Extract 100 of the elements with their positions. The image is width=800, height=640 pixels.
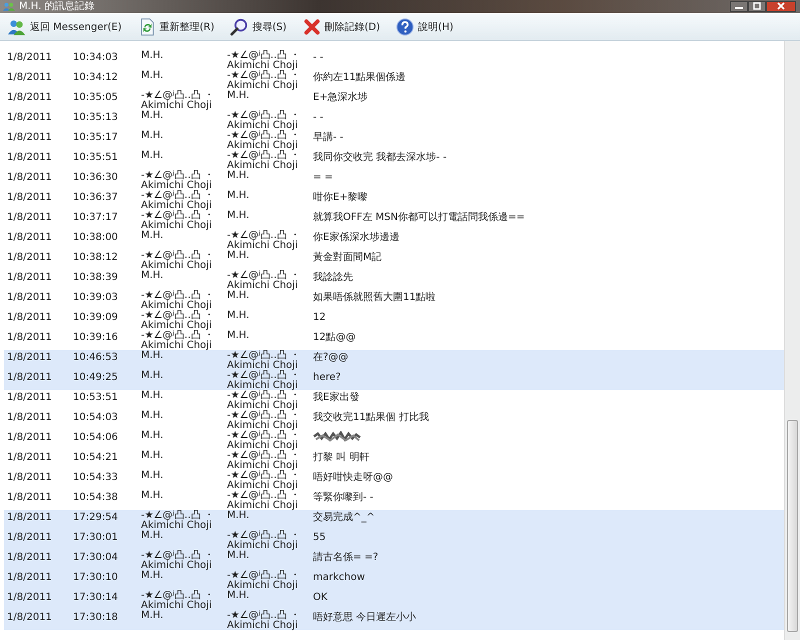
sender-cell-text: -★∠@ʲ凸‥凸 ・ Akimichi Choji <box>141 310 216 330</box>
sender-cell-text: M.H. <box>141 270 164 283</box>
message-row[interactable]: 1/8/2011 17:30:10 M.H. -★∠@ʲ凸‥凸 ・ Akimichi Choji markchow <box>4 570 784 590</box>
time-cell-text: 10:39:09 <box>73 311 119 323</box>
message-row[interactable]: 1/8/2011 10:39:16 -★∠@ʲ凸‥凸 ・ Akimichi Choji M.H. 12點@@ <box>4 330 784 350</box>
time-cell-text: 10:54:06 <box>73 431 119 443</box>
date-cell-text: 1/8/2011 <box>7 491 53 503</box>
date-cell-text: 1/8/2011 <box>7 531 53 543</box>
sender-cell-text: M.H. <box>141 450 164 463</box>
message-row[interactable]: 1/8/2011 10:54:06 M.H. -★∠@ʲ凸‥凸 ・ Akimichi Choji <box>4 430 784 450</box>
time-cell-text: 10:37:17 <box>73 211 119 223</box>
message-row[interactable]: 1/8/2011 10:38:00 M.H. -★∠@ʲ凸‥凸 ・ Akimichi Choji 你E家係深水埗邊邊 <box>4 230 784 250</box>
toolbar-button[interactable]: 刪除記錄(D) <box>298 16 386 38</box>
message-row[interactable]: 1/8/2011 10:46:53 M.H. -★∠@ʲ凸‥凸 ・ Akimichi Choji 在?@@ <box>4 350 784 370</box>
time-cell-text: 10:34:03 <box>73 51 119 63</box>
message-cell-text: 55 <box>313 531 327 543</box>
message-row[interactable]: 1/8/2011 17:30:04 -★∠@ʲ凸‥凸 ・ Akimichi Choji M.H. 請古名係= =? <box>4 550 784 570</box>
time-cell-text: 10:36:30 <box>73 171 119 183</box>
message-cell-text: - - <box>313 111 324 123</box>
message-row[interactable]: 1/8/2011 10:49:25 M.H. -★∠@ʲ凸‥凸 ・ Akimichi Choji here? <box>4 370 784 390</box>
sender-cell-text: M.H. <box>141 490 164 503</box>
message-row[interactable]: 1/8/2011 17:29:54 -★∠@ʲ凸‥凸 ・ Akimichi Choji M.H. 交易完成^_^ <box>4 510 784 530</box>
toolbar-button[interactable]: 說明(H) <box>391 16 458 38</box>
message-row[interactable]: 1/8/2011 10:38:12 -★∠@ʲ凸‥凸 ・ Akimichi Choji M.H. 黃金對面間M記 <box>4 250 784 270</box>
recipient-cell-text: -★∠@ʲ凸‥凸 ・ Akimichi Choji <box>227 130 302 150</box>
sender-cell-text: -★∠@ʲ凸‥凸 ・ Akimichi Choji <box>141 190 216 210</box>
maximize-icon <box>752 2 762 10</box>
message-row[interactable]: 1/8/2011 10:36:37 -★∠@ʲ凸‥凸 ・ Akimichi Choji M.H. 咁你E+黎嚟 <box>4 190 784 210</box>
message-row[interactable]: 1/8/2011 10:35:17 M.H. -★∠@ʲ凸‥凸 ・ Akimichi Choji 早講- - <box>4 130 784 150</box>
minimize-button[interactable] <box>730 0 748 12</box>
scrollbar-thumb[interactable] <box>787 420 798 632</box>
sender-cell-text: -★∠@ʲ凸‥凸 ・ Akimichi Choji <box>141 90 216 110</box>
maximize-button[interactable] <box>748 0 766 12</box>
recipient-cell-text: M.H. <box>227 590 250 603</box>
recipient-cell-text: -★∠@ʲ凸‥凸 ・ Akimichi Choji <box>227 110 302 130</box>
sender-cell-text: -★∠@ʲ凸‥凸 ・ Akimichi Choji <box>141 290 216 310</box>
sender-cell-text: -★∠@ʲ凸‥凸 ・ Akimichi Choji <box>141 170 216 190</box>
recipient-cell-text: M.H. <box>227 210 250 223</box>
time-cell-text: 10:35:05 <box>73 91 119 103</box>
message-row[interactable]: 1/8/2011 17:30:18 M.H. -★∠@ʲ凸‥凸 ・ Akimichi Choji 唔好意思 今日遲左小小 <box>4 610 784 630</box>
recipient-cell-text: M.H. <box>227 90 250 103</box>
message-row[interactable]: 1/8/2011 10:38:39 M.H. -★∠@ʲ凸‥凸 ・ Akimichi Choji 我諗諗先 <box>4 270 784 290</box>
app-icon <box>3 2 15 11</box>
message-row[interactable]: 1/8/2011 17:30:01 M.H. -★∠@ʲ凸‥凸 ・ Akimichi Choji 55 <box>4 530 784 550</box>
message-row[interactable]: 1/8/2011 10:53:51 M.H. -★∠@ʲ凸‥凸 ・ Akimichi Choji 我E家出發 <box>4 390 784 410</box>
message-row[interactable]: 1/8/2011 10:54:33 M.H. -★∠@ʲ凸‥凸 ・ Akimichi Choji 唔好咁快走呀@@ <box>4 470 784 490</box>
message-row[interactable]: 1/8/2011 10:35:13 M.H. -★∠@ʲ凸‥凸 ・ Akimichi Choji - - <box>4 110 784 130</box>
sender-cell-text: -★∠@ʲ凸‥凸 ・ Akimichi Choji <box>141 510 216 530</box>
message-row[interactable]: 1/8/2011 10:39:09 -★∠@ʲ凸‥凸 ・ Akimichi Choji M.H. 12 <box>4 310 784 330</box>
time-cell-text: 10:46:53 <box>73 351 119 363</box>
recipient-cell-text: -★∠@ʲ凸‥凸 ・ Akimichi Choji <box>227 50 302 70</box>
date-cell-text: 1/8/2011 <box>7 411 53 423</box>
close-button[interactable] <box>766 0 796 12</box>
message-row[interactable]: 1/8/2011 10:54:03 M.H. -★∠@ʲ凸‥凸 ・ Akimichi Choji 我交收完11點果個 打比我 <box>4 410 784 430</box>
message-row[interactable]: 1/8/2011 17:30:14 -★∠@ʲ凸‥凸 ・ Akimichi Choji M.H. OK <box>4 590 784 610</box>
sender-cell-text: -★∠@ʲ凸‥凸 ・ Akimichi Choji <box>141 550 216 570</box>
recipient-cell-text: -★∠@ʲ凸‥凸 ・ Akimichi Choji <box>227 70 302 90</box>
message-cell-text: 唔好咁快走呀@@ <box>313 470 394 483</box>
message-cell-text: here? <box>313 371 342 383</box>
message-row[interactable]: 1/8/2011 10:36:30 -★∠@ʲ凸‥凸 ・ Akimichi Choji M.H. = = <box>4 170 784 190</box>
time-cell-text: 10:54:38 <box>73 491 119 503</box>
message-row[interactable]: 1/8/2011 10:35:05 -★∠@ʲ凸‥凸 ・ Akimichi Choji M.H. E+急深水埗 <box>4 90 784 110</box>
toolbar-button[interactable]: 重新整理(R) <box>132 16 220 38</box>
toolbar-button[interactable]: 返回 Messenger(E) <box>3 16 127 38</box>
message-cell-text: 就算我OFF左 MSN你都可以打電話問我係邊== <box>313 210 526 223</box>
recipient-cell-text: M.H. <box>227 170 250 183</box>
time-cell-text: 10:36:37 <box>73 191 119 203</box>
message-row[interactable]: 1/8/2011 10:37:17 -★∠@ʲ凸‥凸 ・ Akimichi Choji M.H. 就算我OFF左 MSN你都可以打電話問我係邊== <box>4 210 784 230</box>
search-icon <box>230 18 248 36</box>
message-row[interactable]: 1/8/2011 10:34:12 M.H. -★∠@ʲ凸‥凸 ・ Akimichi Choji 你約左11點果個係邊 <box>4 70 784 90</box>
message-cell-text: - - <box>313 51 324 63</box>
sender-cell-text: M.H. <box>141 230 164 243</box>
recipient-cell-text: -★∠@ʲ凸‥凸 ・ Akimichi Choji <box>227 470 302 490</box>
message-row[interactable]: 1/8/2011 10:34:03 M.H. -★∠@ʲ凸‥凸 ・ Akimichi Choji - - <box>4 50 784 70</box>
time-cell-text: 17:30:14 <box>73 591 119 603</box>
message-row[interactable]: 1/8/2011 10:54:21 M.H. -★∠@ʲ凸‥凸 ・ Akimichi Choji 打黎 叫 明軒 <box>4 450 784 470</box>
date-cell-text: 1/8/2011 <box>7 311 53 323</box>
scrollbar[interactable] <box>784 41 800 640</box>
date-cell-text: 1/8/2011 <box>7 251 53 263</box>
help-icon <box>396 18 414 36</box>
message-cell-text: E+急深水埗 <box>313 90 369 103</box>
toolbar-button[interactable]: 搜尋(S) <box>225 16 292 38</box>
sender-cell-text: M.H. <box>141 110 164 123</box>
recipient-cell-text: M.H. <box>227 250 250 263</box>
date-cell-text: 1/8/2011 <box>7 131 53 143</box>
message-row[interactable]: 1/8/2011 10:39:03 -★∠@ʲ凸‥凸 ・ Akimichi Choji M.H. 如果唔係就照舊大圍11點啦 <box>4 290 784 310</box>
time-cell-text: 10:38:12 <box>73 251 119 263</box>
sender-cell-text: M.H. <box>141 410 164 423</box>
time-cell-text: 10:53:51 <box>73 391 119 403</box>
recipient-cell-text: M.H. <box>227 310 250 323</box>
sender-cell-text: M.H. <box>141 610 164 623</box>
message-row[interactable]: 1/8/2011 10:35:51 M.H. -★∠@ʲ凸‥凸 ・ Akimichi Choji 我同你交收完 我都去深水埗- - <box>4 150 784 170</box>
time-cell-text: 10:34:12 <box>73 71 119 83</box>
message-row[interactable]: 1/8/2011 10:54:38 M.H. -★∠@ʲ凸‥凸 ・ Akimichi Choji 等緊你嚟到- - <box>4 490 784 510</box>
sender-cell-text: M.H. <box>141 430 164 443</box>
message-cell-text: 等緊你嚟到- - <box>313 490 374 503</box>
date-cell-text: 1/8/2011 <box>7 431 53 443</box>
sender-cell-text: M.H. <box>141 350 164 363</box>
time-cell-text: 10:39:03 <box>73 291 119 303</box>
recipient-cell-text: -★∠@ʲ凸‥凸 ・ Akimichi Choji <box>227 450 302 470</box>
